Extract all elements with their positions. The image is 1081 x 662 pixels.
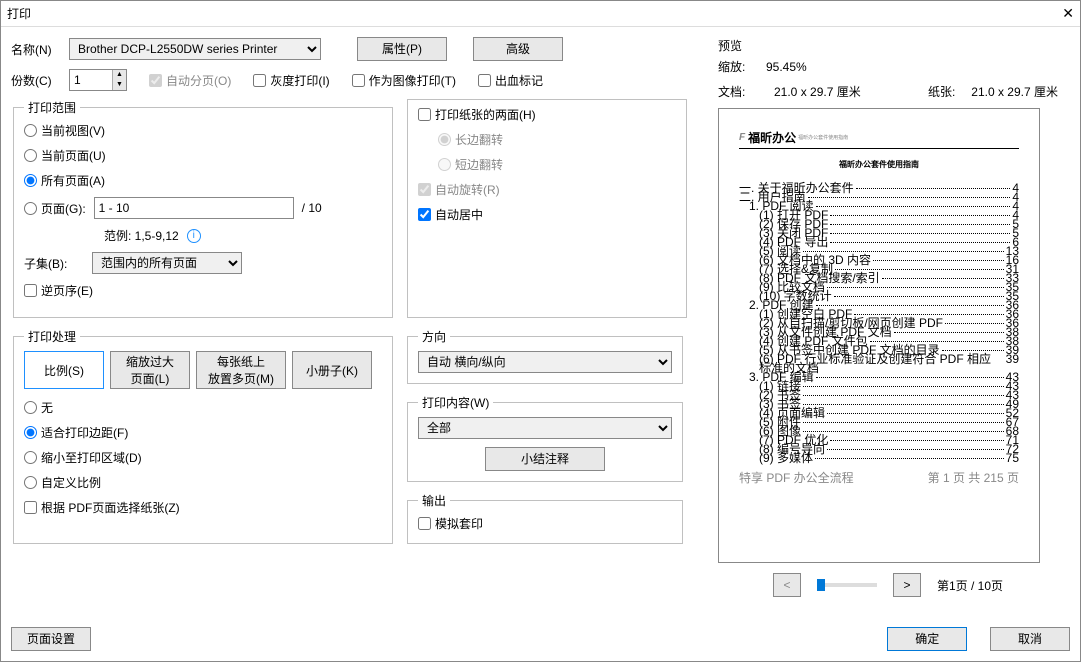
print-dialog: 打印 ✕ 名称(N) Brother DCP-L2550DW series Pr… <box>0 0 1081 662</box>
page-slider[interactable] <box>817 583 877 587</box>
print-as-image-checkbox[interactable]: 作为图像打印(T) <box>352 72 456 89</box>
doc-label: 文档: <box>718 83 758 100</box>
close-icon[interactable]: ✕ <box>1062 5 1074 22</box>
info-icon[interactable]: i <box>187 229 201 243</box>
subset-label: 子集(B): <box>24 255 84 272</box>
properties-button[interactable]: 属性(P) <box>357 37 447 61</box>
reverse-checkbox[interactable]: 逆页序(E) <box>24 282 93 299</box>
booklet-tab[interactable]: 小册子(K) <box>292 351 372 389</box>
collate-checkbox: 自动分页(O) <box>149 72 231 89</box>
titlebar: 打印 ✕ <box>1 1 1080 27</box>
grayscale-checkbox[interactable]: 灰度打印(I) <box>253 72 329 89</box>
scale-tab[interactable]: 比例(S) <box>24 351 104 389</box>
pages-radio[interactable]: 页面(G): <box>24 200 86 217</box>
preview-logo: F <box>739 132 745 143</box>
toc: 一. 关于福昕办公套件4二. 用户指南41. PDF 阅读4(1) 打开 PDF… <box>739 184 1019 463</box>
auto-center-checkbox[interactable]: 自动居中 <box>418 206 483 223</box>
flip-long-radio: 长边翻转 <box>438 131 503 148</box>
name-label: 名称(N) <box>11 41 61 58</box>
fit-large-tab[interactable]: 缩放过大 页面(L) <box>110 351 190 389</box>
spin-up-icon[interactable]: ▲ <box>112 70 126 80</box>
dialog-title: 打印 <box>7 5 31 22</box>
page-setup-button[interactable]: 页面设置 <box>11 627 91 651</box>
print-range-group: 打印范围 当前视图(V) 当前页面(U) 所有页面(A) 页面(G): / 10… <box>13 99 393 318</box>
preview-heading: 福昕办公套件使用指南 <box>739 159 1019 170</box>
advanced-button[interactable]: 高级 <box>473 37 563 61</box>
range-example: 范例: 1,5-9,12 <box>104 227 179 244</box>
scale-fit-radio[interactable]: 适合打印边距(F) <box>24 424 128 441</box>
all-pages-radio[interactable]: 所有页面(A) <box>24 172 105 189</box>
page-status: 第1页 / 10页 <box>937 577 1003 594</box>
scale-none-radio[interactable]: 无 <box>24 399 53 416</box>
current-page-radio[interactable]: 当前页面(U) <box>24 147 106 164</box>
preview-title: 预览 <box>718 37 1058 54</box>
duplex-checkbox[interactable]: 打印纸张的两面(H) <box>418 106 536 123</box>
simulate-overprint-checkbox[interactable]: 模拟套印 <box>418 515 483 532</box>
paper-label: 纸张: <box>928 83 955 100</box>
choose-paper-checkbox[interactable]: 根据 PDF页面选择纸张(Z) <box>24 499 180 516</box>
summarize-button[interactable]: 小结注释 <box>485 447 605 471</box>
preview-page: F 福昕办公 福昕办公套件使用指南 福昕办公套件使用指南 一. 关于福昕办公套件… <box>718 108 1040 563</box>
content-group: 打印内容(W) 全部 小结注释 <box>407 394 683 482</box>
flip-short-radio: 短边翻转 <box>438 156 503 173</box>
preview-panel: 预览 缩放: 95.45% 文档: 21.0 x 29.7 厘米 纸张: 21.… <box>718 37 1058 611</box>
auto-rotate-checkbox: 自动旋转(R) <box>418 181 500 198</box>
handling-group: 打印处理 比例(S) 缩放过大 页面(L) 每张纸上 放置多页(M) 小册子(K… <box>13 328 393 544</box>
pages-input[interactable] <box>94 197 294 219</box>
scale-shrink-radio[interactable]: 缩小至打印区域(D) <box>24 449 142 466</box>
zoom-value: 95.45% <box>766 60 807 74</box>
bleed-checkbox[interactable]: 出血标记 <box>478 72 543 89</box>
orientation-select[interactable]: 自动 横向/纵向 <box>418 351 672 373</box>
cancel-button[interactable]: 取消 <box>990 627 1070 651</box>
ok-button[interactable]: 确定 <box>887 627 967 651</box>
orientation-group: 方向 自动 横向/纵向 <box>407 328 683 384</box>
printer-select[interactable]: Brother DCP-L2550DW series Printer <box>69 38 321 60</box>
current-view-radio[interactable]: 当前视图(V) <box>24 122 105 139</box>
paper-size: 21.0 x 29.7 厘米 <box>971 83 1058 100</box>
pages-total: / 10 <box>302 201 322 215</box>
subset-select[interactable]: 范围内的所有页面 <box>92 252 242 274</box>
copies-label: 份数(C) <box>11 72 61 89</box>
multi-page-tab[interactable]: 每张纸上 放置多页(M) <box>196 351 286 389</box>
next-page-button[interactable]: > <box>893 573 921 597</box>
content-select[interactable]: 全部 <box>418 417 672 439</box>
zoom-label: 缩放: <box>718 58 758 75</box>
prev-page-button[interactable]: < <box>773 573 801 597</box>
doc-size: 21.0 x 29.7 厘米 <box>774 83 861 100</box>
scale-custom-radio[interactable]: 自定义比例 <box>24 474 101 491</box>
duplex-group: 打印纸张的两面(H) 长边翻转 短边翻转 自动旋转(R) 自动居中 <box>407 99 687 318</box>
spin-down-icon[interactable]: ▼ <box>112 80 126 90</box>
output-group: 输出 模拟套印 <box>407 492 683 544</box>
